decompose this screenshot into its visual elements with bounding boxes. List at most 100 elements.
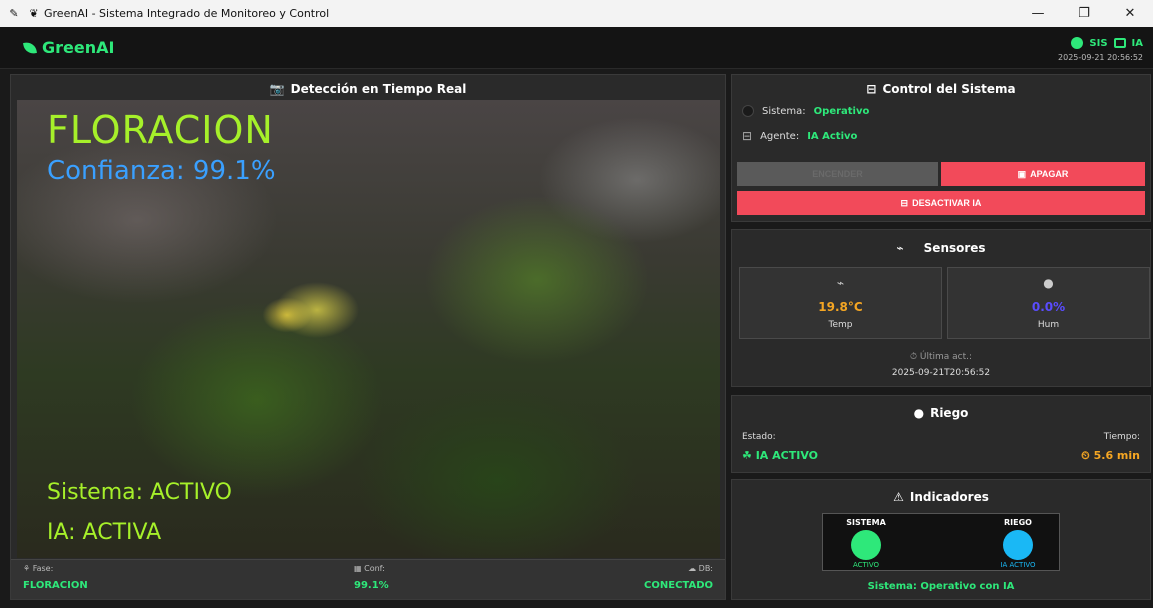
system-indicator-icon	[742, 105, 754, 117]
header-timestamp: 2025-09-21 20:56:52	[1058, 53, 1143, 62]
irrigation-indicator: RIEGO IA ACTIVO	[983, 518, 1053, 569]
system-value: Operativo	[813, 105, 870, 117]
indicators-panel: ⚠ Indicadores SISTEMA ACTIVO RIEGO IA AC…	[731, 479, 1151, 600]
droplet-icon: ●	[1043, 276, 1054, 290]
robot-icon: ⊟	[866, 82, 877, 96]
conf-label-wrap: ▦ Conf:	[354, 564, 385, 573]
irrigation-state-value: IA ACTIVO	[755, 449, 819, 462]
temperature-label: Temp	[828, 320, 853, 330]
status-sis-label: SIS	[1089, 37, 1108, 49]
overlay-phase: FLORACION	[47, 108, 274, 152]
brand: GreenAI	[23, 38, 115, 57]
thermometer-icon: ⌁	[896, 241, 904, 255]
clock-icon: ⏱	[909, 352, 917, 362]
power-off-label: APAGAR	[1030, 169, 1069, 179]
deactivate-ia-button[interactable]: ⊟ DESACTIVAR IA	[737, 191, 1145, 215]
humidity-value: 0.0%	[1031, 300, 1066, 314]
sensors-panel: ⌁ Sensores ⌁ 19.8°C Temp ● 0.0% Hum ⏱ Úl…	[731, 229, 1151, 387]
irrigation-indicator-label: RIEGO	[1004, 518, 1032, 527]
db-label: DB:	[698, 564, 713, 573]
db-value: CONECTADO	[644, 580, 713, 591]
system-label: Sistema:	[762, 105, 806, 117]
system-indicator-light	[851, 530, 881, 560]
sensors-panel-title: Sensores	[923, 241, 986, 255]
system-indicator-state: ACTIVO	[852, 561, 880, 569]
indicators-status-text: Sistema: Operativo con IA	[867, 581, 1015, 592]
sprout-icon: ☘	[742, 449, 752, 462]
fase-value: FLORACION	[23, 580, 88, 591]
conf-value: 99.1%	[354, 580, 389, 591]
agent-label: Agente:	[760, 130, 800, 142]
fase-label: Fase:	[32, 564, 54, 573]
camera-feed: FLORACION Confianza: 99.1% Sistema: ACTI…	[17, 100, 720, 558]
minimize-button[interactable]: —	[1015, 0, 1061, 27]
control-panel-title: Control del Sistema	[882, 82, 1016, 96]
temperature-card: ⌁ 19.8°C Temp	[739, 267, 942, 339]
alarm-icon: ⚠	[893, 490, 904, 504]
app-header: GreenAI SIS IA 2025-09-21 20:56:52	[0, 27, 1153, 69]
window-controls: — ❐ ✕	[1015, 0, 1153, 27]
irrigation-panel-title: Riego	[930, 406, 969, 420]
indicators-panel-header: ⚠ Indicadores	[732, 480, 1150, 514]
indicators-panel-title: Indicadores	[909, 490, 989, 504]
humidity-label: Hum	[1037, 320, 1060, 330]
robot-icon: ⊟	[900, 197, 909, 208]
temperature-value: 19.8°C	[818, 300, 863, 314]
irrigation-time-wrap: ⏲ 5.6 min	[1081, 449, 1140, 463]
system-status-row: Sistema: Operativo	[742, 105, 869, 117]
irrigation-time-value: 5.6 min	[1093, 449, 1140, 462]
power-icon: ▣	[1017, 168, 1027, 179]
camera-footer: ⚘ Fase: FLORACION ▦ Conf: 99.1% ☁ DB: CO…	[11, 559, 725, 599]
leaf-icon	[23, 40, 37, 55]
control-panel-header: ⊟ Control del Sistema	[732, 75, 1150, 103]
agent-value: IA Activo	[807, 130, 858, 142]
camera-panel-title: Detección en Tiempo Real	[290, 82, 467, 96]
database-icon: ☁	[688, 564, 697, 573]
overlay-ia-status: IA: ACTIVA	[47, 520, 162, 545]
last-update-label-wrap: ⏱ Última act.:	[732, 352, 1150, 362]
app-leaf-icon: ❦	[29, 7, 39, 20]
power-off-button[interactable]: ▣ APAGAR	[941, 162, 1145, 186]
power-on-button[interactable]: ENCENDER	[737, 162, 938, 186]
overlay-system-status: Sistema: ACTIVO	[47, 480, 232, 505]
irrigation-indicator-state: IA ACTIVO	[1000, 561, 1036, 569]
system-status-dot-icon	[1071, 37, 1084, 49]
humidity-card: ● 0.0% Hum	[947, 267, 1150, 339]
plant-icon: ⚘	[23, 564, 31, 573]
camera-panel-header: 📷 Detección en Tiempo Real	[11, 75, 725, 103]
overlay-confidence: Confianza: 99.1%	[47, 156, 276, 186]
camera-panel: 📷 Detección en Tiempo Real FLORACION Con…	[10, 74, 726, 600]
control-panel: ⊟ Control del Sistema Sistema: Operativo…	[731, 74, 1151, 222]
window-titlebar: ✎ ❦ GreenAI - Sistema Integrado de Monit…	[0, 0, 1153, 27]
close-button[interactable]: ✕	[1107, 0, 1153, 27]
status-ia-label: IA	[1131, 37, 1143, 49]
system-indicator: SISTEMA ACTIVO	[831, 518, 901, 569]
brand-name: GreenAI	[42, 38, 115, 57]
header-status: SIS IA	[1071, 37, 1143, 49]
robot-icon	[1113, 38, 1126, 48]
last-update-value: 2025-09-21T20:56:52	[891, 368, 991, 378]
chart-icon: ▦	[354, 564, 362, 573]
agent-status-row: ⊟ Agente: IA Activo	[742, 129, 857, 143]
sensors-panel-header: ⌁ Sensores	[732, 230, 1150, 266]
irrigation-state-wrap: ☘ IA ACTIVO	[742, 449, 818, 462]
pencil-icon: ✎	[9, 7, 19, 20]
system-indicator-label: SISTEMA	[846, 518, 886, 527]
camera-icon: 📷	[269, 82, 285, 96]
robot-icon: ⊟	[742, 129, 753, 143]
irrigation-panel-header: ● Riego	[732, 396, 1150, 430]
last-update-label: Última act.:	[919, 352, 973, 362]
deactivate-ia-label: DESACTIVAR IA	[912, 198, 982, 208]
thermometer-icon: ⌁	[836, 276, 845, 290]
irrigation-time-label: Tiempo:	[1103, 432, 1140, 442]
window-title: GreenAI - Sistema Integrado de Monitoreo…	[44, 7, 330, 20]
irrigation-state-label: Estado:	[742, 432, 776, 442]
db-label-wrap: ☁ DB:	[688, 564, 713, 573]
conf-label: Conf:	[364, 564, 385, 573]
indicators-display: SISTEMA ACTIVO RIEGO IA ACTIVO	[822, 513, 1060, 571]
timer-icon: ⏲	[1081, 449, 1090, 462]
droplet-icon: ●	[913, 406, 925, 420]
maximize-button[interactable]: ❐	[1061, 0, 1107, 27]
irrigation-indicator-light	[1003, 530, 1033, 560]
irrigation-panel: ● Riego Estado: Tiempo: ☘ IA ACTIVO ⏲ 5.…	[731, 395, 1151, 473]
